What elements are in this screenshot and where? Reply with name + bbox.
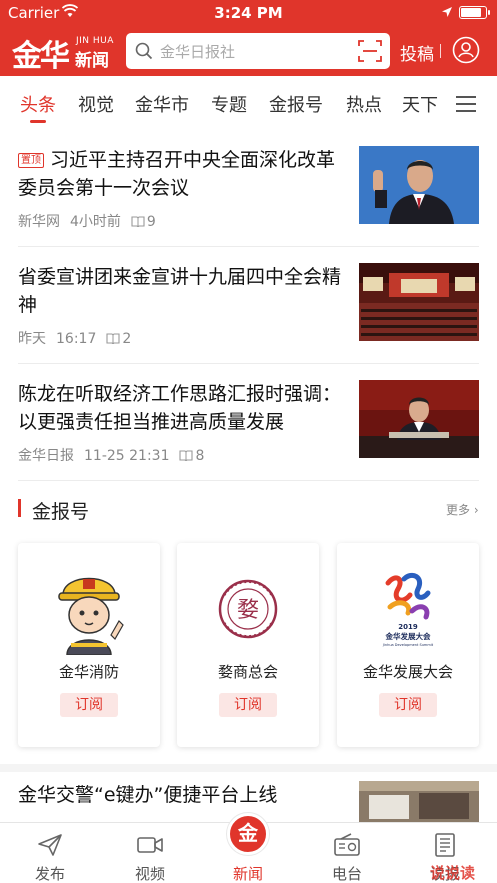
nav-publish[interactable]: 发布	[10, 823, 90, 883]
location-arrow-icon	[442, 7, 452, 17]
submit-button[interactable]: 投稿	[400, 40, 434, 65]
news-time: 4小时前	[70, 214, 121, 230]
news-thumbnail	[359, 146, 479, 224]
battery-fill	[461, 8, 481, 17]
news-meta: 昨天 16:17 2	[18, 328, 131, 348]
account-name: 婺商总会	[217, 663, 278, 681]
news-thumbnail	[359, 380, 479, 458]
news-title: 金华交警“e键办”便捷平台上线	[18, 784, 278, 806]
news-divider	[18, 246, 479, 247]
tab-world[interactable]: 天下	[402, 91, 438, 117]
radio-icon	[334, 833, 360, 856]
app-logo: 金华 JIN HUA 新闻	[12, 30, 117, 74]
logo-en: JIN HUA	[76, 36, 114, 46]
news-source: 新华网	[18, 214, 60, 230]
subscribe-button[interactable]: 订阅	[379, 693, 437, 717]
news-meta: 新华网 4小时前 9	[18, 211, 156, 231]
svg-text:2019: 2019	[398, 623, 418, 631]
nav-video[interactable]: 视频	[110, 823, 190, 883]
paper-plane-icon	[38, 834, 62, 856]
tab-topics[interactable]: 专题	[211, 91, 247, 117]
news-reads: 2	[122, 331, 132, 347]
clock: 3:24 PM	[214, 4, 283, 22]
subscribe-button[interactable]: 订阅	[219, 693, 277, 717]
tab-headlines[interactable]: 头条	[20, 91, 56, 117]
battery-icon	[459, 6, 490, 19]
svg-text:Jinhua Development Summit: Jinhua Development Summit	[382, 643, 434, 647]
subscribe-button[interactable]: 订阅	[60, 693, 118, 717]
news-item[interactable]: 省委宣讲团来金宣讲十九届四中全会精神 昨天 16:17 2	[18, 263, 479, 347]
tab-jinbaohao[interactable]: 金报号	[269, 91, 323, 117]
newspaper-icon	[435, 833, 455, 857]
active-tab-indicator	[30, 120, 46, 123]
watermark: 说说读	[430, 864, 476, 882]
video-camera-icon	[137, 837, 163, 853]
user-profile-icon[interactable]	[452, 36, 480, 64]
development-conference-logo-icon: 2019 金华发展大会 Jinhua Development Summit	[382, 572, 434, 647]
news-item[interactable]: 置顶 习近平主持召开中央全面深化改革委员会第十一次会议 新华网 4小时前 9	[18, 146, 479, 230]
news-reads: 9	[146, 214, 156, 230]
more-link[interactable]: 更多 ›	[446, 501, 479, 518]
nav-label: 新闻	[232, 865, 263, 883]
nav-label: 发布	[34, 865, 65, 883]
logo-main: 金华	[12, 39, 70, 74]
scan-icon[interactable]	[358, 40, 382, 62]
channel-tabs: 头条 视觉 金华市 专题 金报号 热点 天下	[0, 76, 497, 126]
status-bar: Carrier 3:24 PM	[0, 0, 497, 26]
search-bar[interactable]: 金华日报社	[126, 33, 390, 69]
news-meta: 金华日报 11-25 21:31 8	[18, 445, 204, 465]
section-separator	[0, 764, 497, 772]
read-count-icon	[106, 333, 120, 344]
chamber-seal-icon: 婺	[218, 579, 278, 639]
bottom-navigation: 发布 视频 新闻 金 电台 读报	[0, 813, 497, 883]
nav-radio[interactable]: 电台	[307, 823, 387, 883]
news-source: 金华日报	[18, 448, 74, 464]
read-count-icon	[131, 216, 145, 227]
logo-cn: 新闻	[75, 51, 109, 71]
news-divider	[18, 480, 479, 481]
account-card[interactable]: 2019 金华发展大会 Jinhua Development Summit 金华…	[337, 543, 479, 747]
news-item[interactable]: 陈龙在听取经济工作思路汇报时强调：以更强责任担当推进高质量发展 金华日报 11-2…	[18, 380, 479, 464]
account-card[interactable]: 金华消防 订阅	[18, 543, 160, 747]
news-divider	[18, 363, 479, 364]
news-logo-icon[interactable]: 金	[227, 813, 269, 855]
news-thumbnail	[359, 263, 479, 341]
search-icon	[135, 42, 153, 60]
news-source: 昨天	[18, 331, 46, 347]
news-thumbnail	[359, 781, 479, 822]
account-name: 金华消防	[58, 663, 119, 681]
news-title: 置顶 习近平主持召开中央全面深化改革委员会第十一次会议	[18, 149, 336, 199]
menu-icon[interactable]	[456, 96, 476, 112]
nav-label: 视频	[134, 865, 165, 883]
tab-visual[interactable]: 视觉	[78, 91, 114, 117]
pinned-badge: 置顶	[18, 153, 44, 168]
search-placeholder: 金华日报社	[160, 43, 236, 61]
news-time: 16:17	[56, 331, 97, 347]
firefighter-mascot-icon	[58, 577, 124, 655]
news-time: 11-25 21:31	[84, 448, 170, 464]
account-name: 金华发展大会	[362, 663, 453, 681]
news-title: 省委宣讲团来金宣讲十九届四中全会精神	[18, 266, 342, 316]
nav-label: 电台	[331, 865, 362, 883]
tab-hot[interactable]: 热点	[346, 91, 382, 117]
news-reads: 8	[195, 448, 205, 464]
tab-jinhua-city[interactable]: 金华市	[135, 91, 189, 117]
section-title: 金报号	[32, 501, 90, 523]
svg-text:金华发展大会: 金华发展大会	[385, 631, 431, 641]
seal-text: 婺	[237, 598, 259, 623]
read-count-icon	[179, 450, 194, 461]
section-marker	[18, 499, 21, 517]
header-divider	[440, 44, 441, 58]
news-title: 陈龙在听取经济工作思路汇报时强调：以更强责任担当推进高质量发展	[18, 383, 342, 433]
account-card[interactable]: 婺 婺商总会 订阅	[177, 543, 319, 747]
